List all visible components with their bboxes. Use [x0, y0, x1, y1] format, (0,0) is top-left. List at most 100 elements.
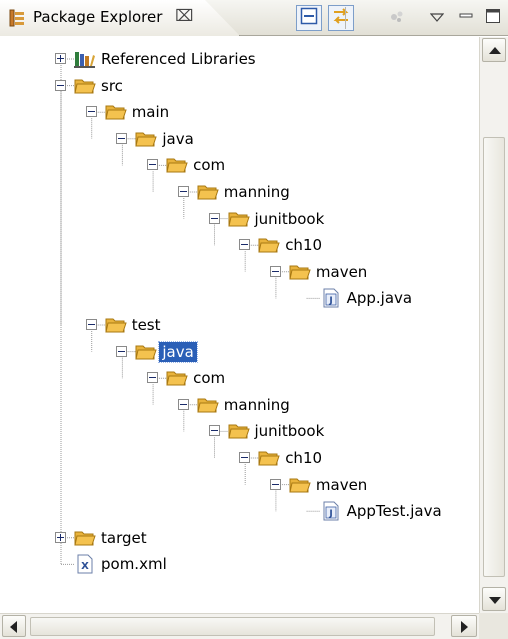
collapse-all-button[interactable]	[296, 5, 322, 31]
tree-node-label[interactable]: junitbook	[252, 209, 328, 229]
collapse-icon[interactable]	[116, 132, 128, 144]
folder-icon	[197, 395, 219, 415]
minimize-icon	[459, 9, 473, 27]
tree-node-label[interactable]: com	[190, 368, 228, 388]
tree-node-label[interactable]: com	[190, 155, 228, 175]
tree-node[interactable]: manning	[0, 179, 479, 205]
tree-node[interactable]: src	[0, 73, 479, 99]
horizontal-scroll-thumb[interactable]	[30, 617, 435, 636]
folder-icon	[135, 342, 158, 362]
folder-icon	[227, 421, 250, 441]
tree-node-label[interactable]: target	[98, 528, 150, 548]
minimize-button[interactable]	[457, 5, 475, 31]
collapse-icon[interactable]	[269, 478, 281, 490]
tree-node[interactable]: com	[0, 152, 479, 178]
collapse-all-icon	[300, 7, 318, 29]
collapse-icon[interactable]	[208, 212, 220, 224]
expand-icon[interactable]	[55, 531, 66, 543]
close-icon[interactable]: ⌧	[175, 6, 193, 25]
tree-node[interactable]: manning	[0, 392, 479, 418]
filters-icon	[389, 8, 405, 28]
horizontal-scrollbar[interactable]	[0, 613, 479, 639]
folder-icon	[135, 129, 158, 149]
tree-node-label[interactable]: java	[158, 340, 198, 363]
tree-node-label[interactable]: ch10	[282, 448, 325, 468]
tree-node-label[interactable]: maven	[313, 262, 370, 282]
tree-node[interactable]: java	[0, 126, 479, 152]
package-explorer-icon	[8, 9, 26, 27]
collapse-icon[interactable]	[85, 106, 97, 118]
tree-node-label[interactable]: test	[129, 315, 164, 335]
svg-text:X: X	[81, 561, 89, 572]
filters-button[interactable]	[384, 5, 410, 31]
arrow-up-icon	[489, 47, 501, 54]
tree-node[interactable]: Xpom.xml	[0, 551, 479, 577]
tree-node[interactable]: java	[0, 339, 479, 365]
tree-node[interactable]: test	[0, 312, 479, 338]
folder-icon	[289, 262, 311, 282]
folder-icon	[289, 475, 311, 495]
expand-icon[interactable]	[55, 53, 66, 64]
tree-node-label[interactable]: junitbook	[252, 421, 328, 441]
scroll-down-button[interactable]	[482, 587, 506, 611]
xml-file-icon: X	[74, 554, 96, 574]
tree-node[interactable]: ch10	[0, 445, 479, 471]
collapse-icon[interactable]	[55, 79, 66, 91]
scroll-left-button[interactable]	[2, 615, 26, 637]
tree-node-label[interactable]: pom.xml	[98, 554, 170, 574]
project-tree[interactable]: Referenced Libraries src main java com m…	[0, 37, 479, 613]
collapse-icon[interactable]	[269, 265, 281, 277]
collapse-icon[interactable]	[116, 345, 128, 357]
tree-node-label[interactable]: src	[98, 76, 126, 96]
java-file-icon: J	[320, 501, 342, 521]
collapse-icon[interactable]	[147, 159, 159, 171]
tree-node[interactable]: Referenced Libraries	[0, 46, 479, 72]
view-menu-button[interactable]	[427, 5, 447, 31]
folder-icon	[166, 155, 188, 175]
link-with-editor-icon	[331, 6, 351, 30]
tree-node[interactable]: junitbook	[0, 206, 479, 232]
folder-icon	[227, 209, 250, 229]
svg-text:J: J	[328, 509, 332, 519]
collapse-icon[interactable]	[239, 239, 251, 251]
tree-node[interactable]: ch10	[0, 232, 479, 258]
collapse-icon[interactable]	[208, 425, 220, 437]
tree-node-label[interactable]: AppTest.java	[344, 501, 445, 521]
vertical-scroll-thumb[interactable]	[483, 137, 505, 577]
tree-node[interactable]: maven	[0, 259, 479, 285]
tree-node-label[interactable]: Referenced Libraries	[98, 49, 259, 69]
link-with-editor-button[interactable]	[328, 5, 354, 31]
collapse-icon[interactable]	[85, 319, 97, 330]
collapse-icon[interactable]	[177, 398, 189, 410]
collapse-icon[interactable]	[177, 186, 189, 197]
tree-node-label[interactable]: App.java	[344, 288, 416, 308]
tree-node[interactable]: main	[0, 99, 479, 125]
folder-icon	[258, 448, 280, 468]
folder-icon	[166, 368, 188, 388]
tree-node[interactable]: J AppTest.java	[0, 498, 479, 524]
view-menu-icon	[429, 9, 445, 27]
tree-node-label[interactable]: maven	[313, 475, 370, 495]
library-icon	[74, 49, 96, 69]
view-title: Package Explorer	[33, 8, 163, 26]
tree-node-label[interactable]: manning	[221, 395, 293, 415]
collapse-icon[interactable]	[239, 452, 251, 463]
tree-node[interactable]: target	[0, 525, 479, 551]
vertical-scrollbar[interactable]	[479, 37, 508, 613]
scroll-up-button[interactable]	[482, 38, 506, 62]
package-explorer-tab[interactable]: Package Explorer ⌧	[0, 0, 240, 36]
tree-node-label[interactable]: manning	[221, 182, 293, 202]
tree-node-label[interactable]: main	[129, 102, 172, 122]
arrow-left-icon	[10, 621, 17, 633]
tree-node[interactable]: maven	[0, 472, 479, 498]
arrow-down-icon	[489, 597, 501, 604]
collapse-icon[interactable]	[147, 372, 159, 384]
maximize-button[interactable]	[482, 5, 504, 31]
tree-node-label[interactable]: java	[159, 129, 196, 149]
tree-node[interactable]: com	[0, 365, 479, 391]
tree-node-label[interactable]: ch10	[282, 235, 325, 255]
tree-node[interactable]: J App.java	[0, 285, 479, 311]
scroll-right-button[interactable]	[451, 615, 477, 637]
java-file-icon: J	[320, 288, 342, 308]
tree-node[interactable]: junitbook	[0, 418, 479, 444]
